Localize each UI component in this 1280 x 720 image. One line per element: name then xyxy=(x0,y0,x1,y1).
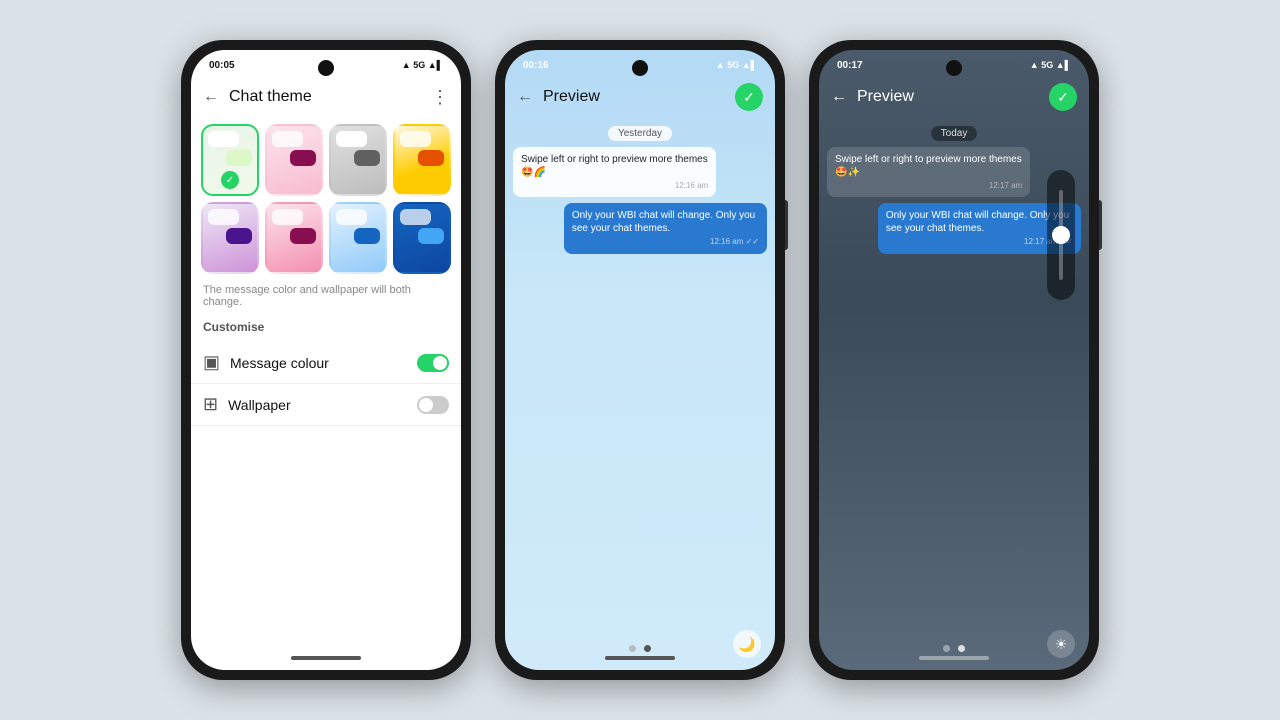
light-mode-button[interactable]: ☀ xyxy=(1047,630,1075,658)
theme-item-6[interactable] xyxy=(329,202,387,274)
back-button[interactable]: ← xyxy=(203,88,219,106)
phone-2-msg-in-time: 12:16 am xyxy=(521,181,708,191)
wallpaper-label: Wallpaper xyxy=(228,397,407,413)
phone-3-signal: ▲ 5G ▲▌ xyxy=(1030,60,1071,70)
phone-3-msg-out-text: Only your WBI chat will change. Only you… xyxy=(886,210,1069,234)
slider-track xyxy=(1059,190,1063,280)
theme-item-5[interactable] xyxy=(265,202,323,274)
phone-3-screen: 00:17 ▲ 5G ▲▌ ← Preview ✓ Today Swipe le… xyxy=(819,50,1089,670)
theme-item-2[interactable] xyxy=(329,124,387,196)
phone-2-back-button[interactable]: ← xyxy=(517,88,533,106)
phone-3-home-indicator xyxy=(919,656,989,660)
phone-3-dot-2 xyxy=(958,645,965,652)
phone-2-screen: 00:16 ▲ 5G ▲▌ ← Preview ✓ Yesterday Swip… xyxy=(505,50,775,670)
phone-2-msg-out-time: 12:16 am ✓✓ xyxy=(572,237,759,247)
phone-3-title: Preview xyxy=(857,88,1039,106)
phone-2-msg-out-text: Only your WBI chat will change. Only you… xyxy=(572,210,755,234)
phone-2-chat-area: Yesterday Swipe left or right to preview… xyxy=(505,118,775,637)
phone-2-confirm-button[interactable]: ✓ xyxy=(735,83,763,111)
wallpaper-icon: ⊞ xyxy=(203,394,218,415)
message-colour-toggle[interactable] xyxy=(417,354,449,372)
phone-3-time: 00:17 xyxy=(837,60,863,71)
selected-check: ✓ xyxy=(221,171,239,189)
home-indicator xyxy=(291,656,361,660)
dot-1 xyxy=(629,645,636,652)
message-colour-row[interactable]: ▣ Message colour xyxy=(191,342,461,384)
phone-3-dot-1 xyxy=(943,645,950,652)
theme-item-0[interactable]: ✓ xyxy=(201,124,259,196)
slider-thumb[interactable] xyxy=(1052,226,1070,244)
phone-2-home-indicator xyxy=(605,656,675,660)
phone-2-msg-in: Swipe left or right to preview more them… xyxy=(513,147,716,197)
phone-3: 00:17 ▲ 5G ▲▌ ← Preview ✓ Today Swipe le… xyxy=(809,40,1099,680)
page-title: Chat theme xyxy=(229,88,421,106)
phone-1-toolbar: ← Chat theme ⋮ xyxy=(191,76,461,118)
phone-3-msg-in-time: 12:17 am xyxy=(835,181,1022,191)
phone-2-signal: ▲ 5G ▲▌ xyxy=(716,60,757,70)
phone-3-notch xyxy=(946,60,962,76)
customise-label: Customise xyxy=(191,316,461,342)
themes-grid: ✓ xyxy=(191,118,461,280)
phone-2-date-chip: Yesterday xyxy=(608,126,672,141)
phone-2-msg-in-text: Swipe left or right to preview more them… xyxy=(521,154,708,178)
phone-3-confirm-button[interactable]: ✓ xyxy=(1049,83,1077,111)
phone-2-title: Preview xyxy=(543,88,725,106)
phone-3-toolbar: ← Preview ✓ xyxy=(819,76,1089,118)
phone-1-signal: ▲ 5G ▲▌ xyxy=(402,60,443,70)
phone-3-side-button xyxy=(1099,200,1102,250)
phone-1-notch xyxy=(318,60,334,76)
dark-mode-button[interactable]: 🌙 xyxy=(733,630,761,658)
theme-item-7[interactable] xyxy=(393,202,451,274)
phone-2: 00:16 ▲ 5G ▲▌ ← Preview ✓ Yesterday Swip… xyxy=(495,40,785,680)
toggle-knob-2 xyxy=(419,398,433,412)
phone-2-msg-out: Only your WBI chat will change. Only you… xyxy=(564,203,767,253)
phone-2-time: 00:16 xyxy=(523,60,549,71)
dot-2 xyxy=(644,645,651,652)
phone-3-msg-out-time: 12:17 am ✓✓ xyxy=(886,237,1073,247)
description-text: The message color and wallpaper will bot… xyxy=(191,280,461,316)
phone-1: 00:05 ▲ 5G ▲▌ ← Chat theme ⋮ ✓ xyxy=(181,40,471,680)
theme-item-4[interactable] xyxy=(201,202,259,274)
phone-3-msg-in: Swipe left or right to preview more them… xyxy=(827,147,1030,197)
phone-1-time: 00:05 xyxy=(209,60,235,71)
message-colour-label: Message colour xyxy=(230,355,407,371)
phone-3-msg-in-text: Swipe left or right to preview more them… xyxy=(835,154,1022,178)
phone-1-screen: 00:05 ▲ 5G ▲▌ ← Chat theme ⋮ ✓ xyxy=(191,50,461,670)
phone-2-toolbar: ← Preview ✓ xyxy=(505,76,775,118)
wallpaper-row[interactable]: ⊞ Wallpaper xyxy=(191,384,461,426)
theme-item-1[interactable] xyxy=(265,124,323,196)
brightness-slider[interactable] xyxy=(1047,170,1075,300)
phone-3-back-button[interactable]: ← xyxy=(831,88,847,106)
side-button xyxy=(785,200,788,250)
phone-3-date-chip: Today xyxy=(931,126,978,141)
more-options-button[interactable]: ⋮ xyxy=(431,87,449,108)
message-colour-icon: ▣ xyxy=(203,352,220,373)
theme-item-3[interactable] xyxy=(393,124,451,196)
phone-2-notch xyxy=(632,60,648,76)
wallpaper-toggle[interactable] xyxy=(417,396,449,414)
toggle-knob xyxy=(433,356,447,370)
